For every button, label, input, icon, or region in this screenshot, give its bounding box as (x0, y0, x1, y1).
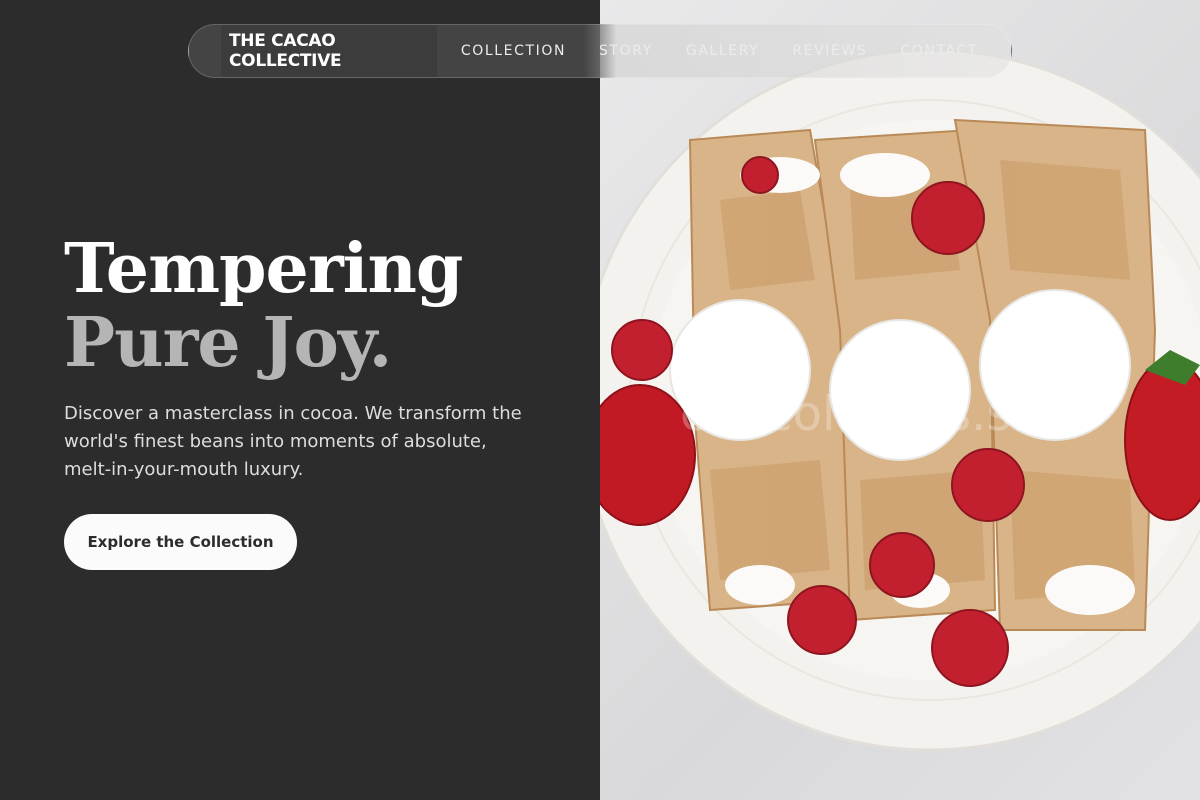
hero-image: chocolatiers.site (600, 0, 1200, 800)
headline-line-2: Pure Joy. (64, 303, 392, 383)
top-navbar: THE CACAO COLLECTIVE COLLECTION STORY GA… (188, 24, 1012, 78)
nav-link-story[interactable]: STORY (599, 43, 653, 59)
nav-link-collection[interactable]: COLLECTION (461, 43, 566, 59)
explore-collection-button[interactable]: Explore the Collection (64, 514, 297, 570)
headline-line-1: Tempering (64, 229, 463, 309)
nav-link-gallery[interactable]: GALLERY (686, 43, 759, 59)
nav-link-contact[interactable]: CONTACT (900, 43, 978, 59)
hero-section: Tempering Pure Joy. Discover a mastercla… (64, 232, 544, 484)
watermark-text: chocolatiers.site (680, 386, 1073, 442)
brand-logo[interactable]: THE CACAO COLLECTIVE (221, 25, 437, 77)
hero-description: Discover a masterclass in cocoa. We tran… (64, 403, 522, 480)
nav-link-reviews[interactable]: REVIEWS (792, 43, 867, 59)
nav-links: COLLECTION STORY GALLERY REVIEWS CONTACT (461, 43, 1011, 59)
